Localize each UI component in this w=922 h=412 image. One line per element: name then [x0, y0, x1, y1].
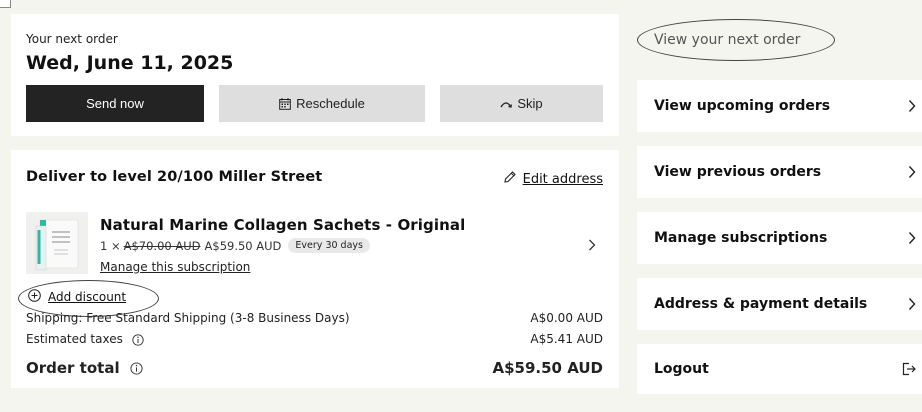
taxes-row: Estimated taxes A$5.41 AUD [26, 332, 603, 346]
edit-address-label: Edit address [522, 171, 603, 187]
shipping-row: Shipping: Free Standard Shipping (3-8 Bu… [26, 311, 603, 325]
nav-label: View previous orders [654, 164, 822, 180]
chevron-right-icon [908, 231, 916, 245]
chevron-right-icon [908, 165, 916, 179]
frequency-badge: Every 30 days [288, 238, 370, 253]
order-total-label: Order total [26, 359, 120, 377]
view-next-order-link[interactable]: View your next order [637, 14, 922, 68]
send-now-label: Send now [86, 96, 144, 111]
product-thumbnail[interactable] [26, 212, 88, 274]
nav-label: Manage subscriptions [654, 230, 828, 246]
skip-arc-icon [500, 100, 513, 108]
nav-logout[interactable]: Logout [637, 344, 922, 394]
nav-label: Address & payment details [654, 296, 868, 312]
pencil-icon [503, 170, 517, 188]
delivery-card: Deliver to level 20/100 Miller Street Ed… [11, 150, 619, 388]
reschedule-button[interactable]: Reschedule [219, 85, 425, 122]
product-chevron-right-icon[interactable] [588, 236, 596, 255]
next-order-card: Your next order Wed, June 11, 2025 Send … [11, 14, 619, 136]
next-order-date: Wed, June 11, 2025 [26, 52, 234, 74]
annotation-ellipse [637, 19, 835, 61]
skip-button[interactable]: Skip [440, 85, 603, 122]
manage-subscription-link[interactable]: Manage this subscription [100, 260, 250, 274]
nav-view-upcoming-orders[interactable]: View upcoming orders [637, 80, 922, 132]
skip-label: Skip [517, 96, 543, 111]
edit-address-link[interactable]: Edit address [503, 170, 603, 188]
taxes-label-group: Estimated taxes [26, 332, 144, 346]
product-quantity: 1 × [100, 238, 121, 253]
reschedule-label: Reschedule [296, 96, 365, 111]
shipping-value: A$0.00 AUD [530, 311, 603, 325]
order-total-value: A$59.50 AUD [492, 359, 604, 377]
nav-label: View upcoming orders [654, 98, 831, 114]
shipping-label: Shipping: Free Standard Shipping (3-8 Bu… [26, 311, 350, 325]
calendar-icon [279, 97, 291, 110]
next-order-label: Your next order [26, 32, 118, 46]
original-price: A$70.00 AUD [123, 238, 201, 253]
corner-mark [0, 0, 11, 8]
product-name[interactable]: Natural Marine Collagen Sachets - Origin… [100, 216, 465, 234]
chevron-right-icon [908, 297, 916, 311]
product-price-row: 1 × A$70.00 AUD A$59.50 AUD Every 30 day… [100, 238, 370, 253]
info-icon[interactable] [132, 333, 144, 346]
send-now-button[interactable]: Send now [26, 85, 204, 122]
taxes-value: A$5.41 AUD [530, 332, 603, 346]
logout-icon [902, 362, 916, 376]
chevron-right-icon [908, 99, 916, 113]
nav-address-payment-details[interactable]: Address & payment details [637, 278, 922, 330]
delivery-address-title: Deliver to level 20/100 Miller Street [26, 169, 323, 185]
taxes-label: Estimated taxes [26, 332, 123, 346]
discounted-price: A$59.50 AUD [204, 238, 282, 253]
order-total-row: Order total A$59.50 AUD [26, 359, 603, 377]
nav-label: Logout [654, 361, 709, 377]
nav-manage-subscriptions[interactable]: Manage subscriptions [637, 212, 922, 264]
info-icon[interactable] [130, 362, 143, 375]
order-total-label-group: Order total [26, 359, 143, 377]
nav-view-previous-orders[interactable]: View previous orders [637, 146, 922, 198]
